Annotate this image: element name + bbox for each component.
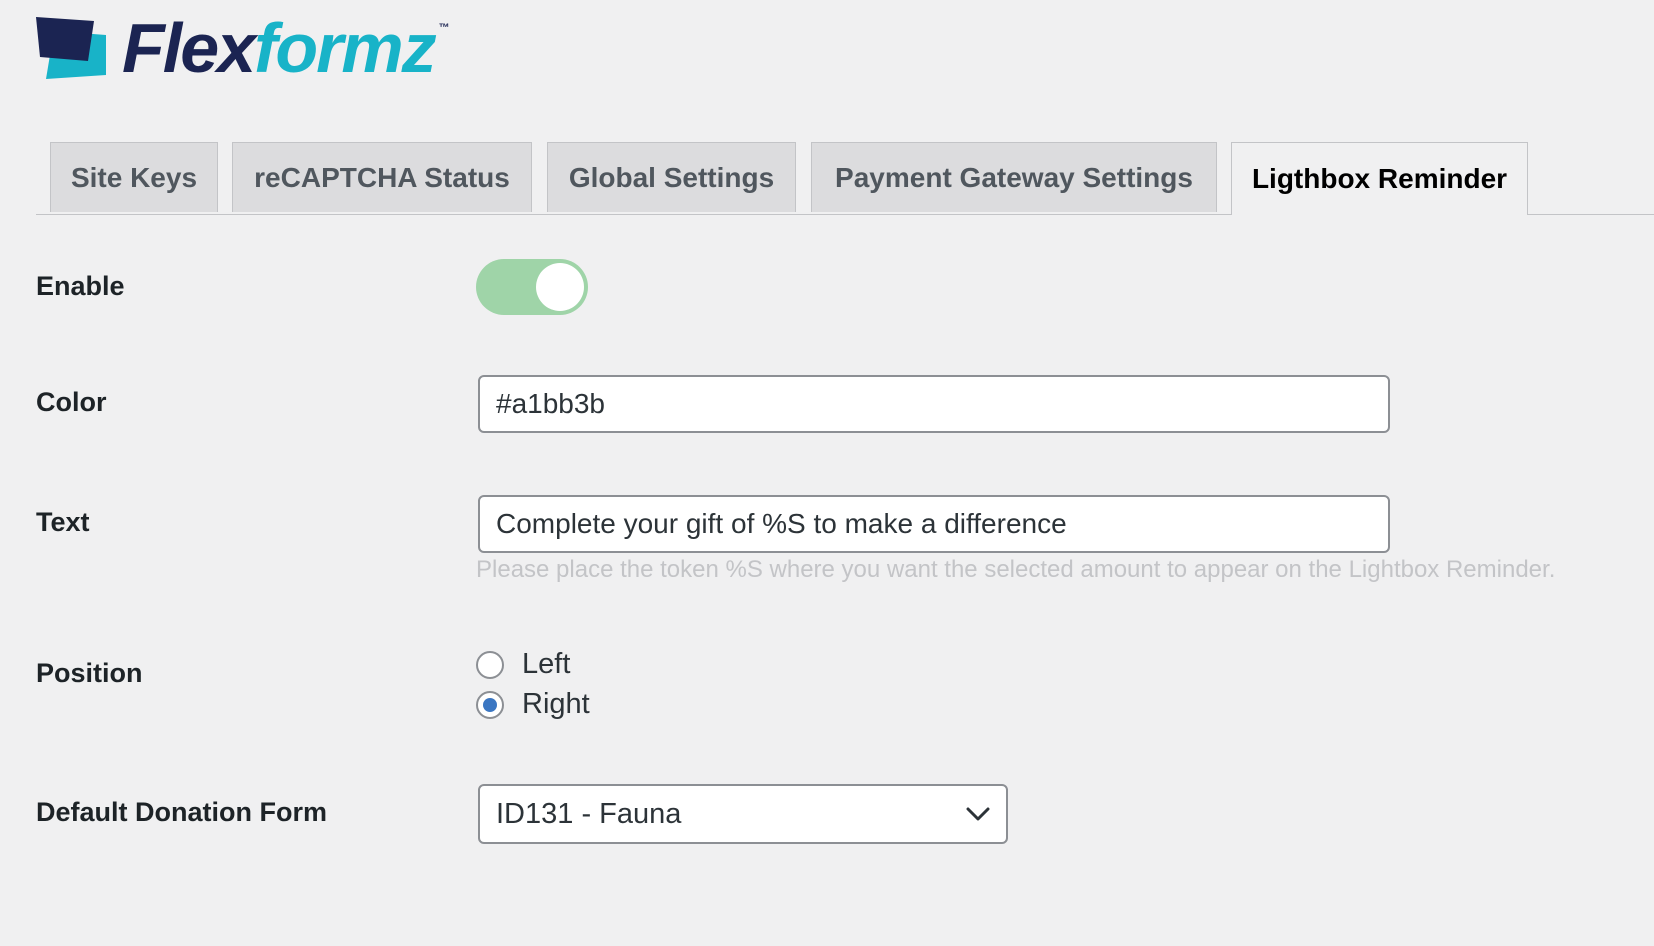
logo-mark-icon xyxy=(36,17,106,79)
position-left-radio[interactable]: Left xyxy=(476,648,570,681)
enable-label: Enable xyxy=(36,271,125,301)
text-label: Text xyxy=(36,507,90,537)
text-hint: Please place the token %S where you want… xyxy=(476,556,1556,583)
trademark-symbol: ™ xyxy=(438,22,450,34)
tab-label: Ligthbox Reminder xyxy=(1251,163,1508,194)
brand-logo: Flexformz ™ xyxy=(36,8,450,88)
default-donation-form-label: Default Donation Form xyxy=(36,797,327,827)
default-donation-form-select[interactable]: ID131 - Fauna xyxy=(478,784,1008,844)
logo-wordmark-flex: Flex xyxy=(122,9,256,87)
tab-recaptcha-status[interactable]: reCAPTCHA Status xyxy=(232,142,532,212)
tab-site-keys[interactable]: Site Keys xyxy=(50,142,218,212)
toggle-knob xyxy=(536,263,584,311)
radio-checked-icon xyxy=(476,690,504,719)
tab-label: Global Settings xyxy=(568,161,775,193)
logo-wordmark-formz: formz xyxy=(254,9,437,87)
position-label: Position xyxy=(36,658,143,688)
tab-global-settings[interactable]: Global Settings xyxy=(547,142,796,212)
tab-payment-gateway-settings[interactable]: Payment Gateway Settings xyxy=(811,142,1217,212)
tab-label: Site Keys xyxy=(70,161,198,193)
tab-label: Payment Gateway Settings xyxy=(835,161,1193,193)
radio-label: Right xyxy=(522,688,590,720)
select-value: ID131 - Fauna xyxy=(496,797,682,830)
tab-lightbox-reminder[interactable]: Ligthbox Reminder xyxy=(1231,142,1528,215)
chevron-down-icon xyxy=(966,807,990,821)
radio-label: Left xyxy=(522,648,571,680)
reminder-text-input[interactable] xyxy=(478,495,1390,553)
color-input[interactable] xyxy=(478,375,1390,433)
tab-label: reCAPTCHA Status xyxy=(254,161,510,193)
color-label: Color xyxy=(36,387,107,417)
settings-tabs: Site Keys reCAPTCHA Status Global Settin… xyxy=(36,142,1654,215)
enable-toggle[interactable] xyxy=(476,259,588,315)
position-right-radio[interactable]: Right xyxy=(476,688,590,721)
radio-unchecked-icon xyxy=(476,650,504,679)
logo-wordmark: Flexformz xyxy=(122,13,437,83)
